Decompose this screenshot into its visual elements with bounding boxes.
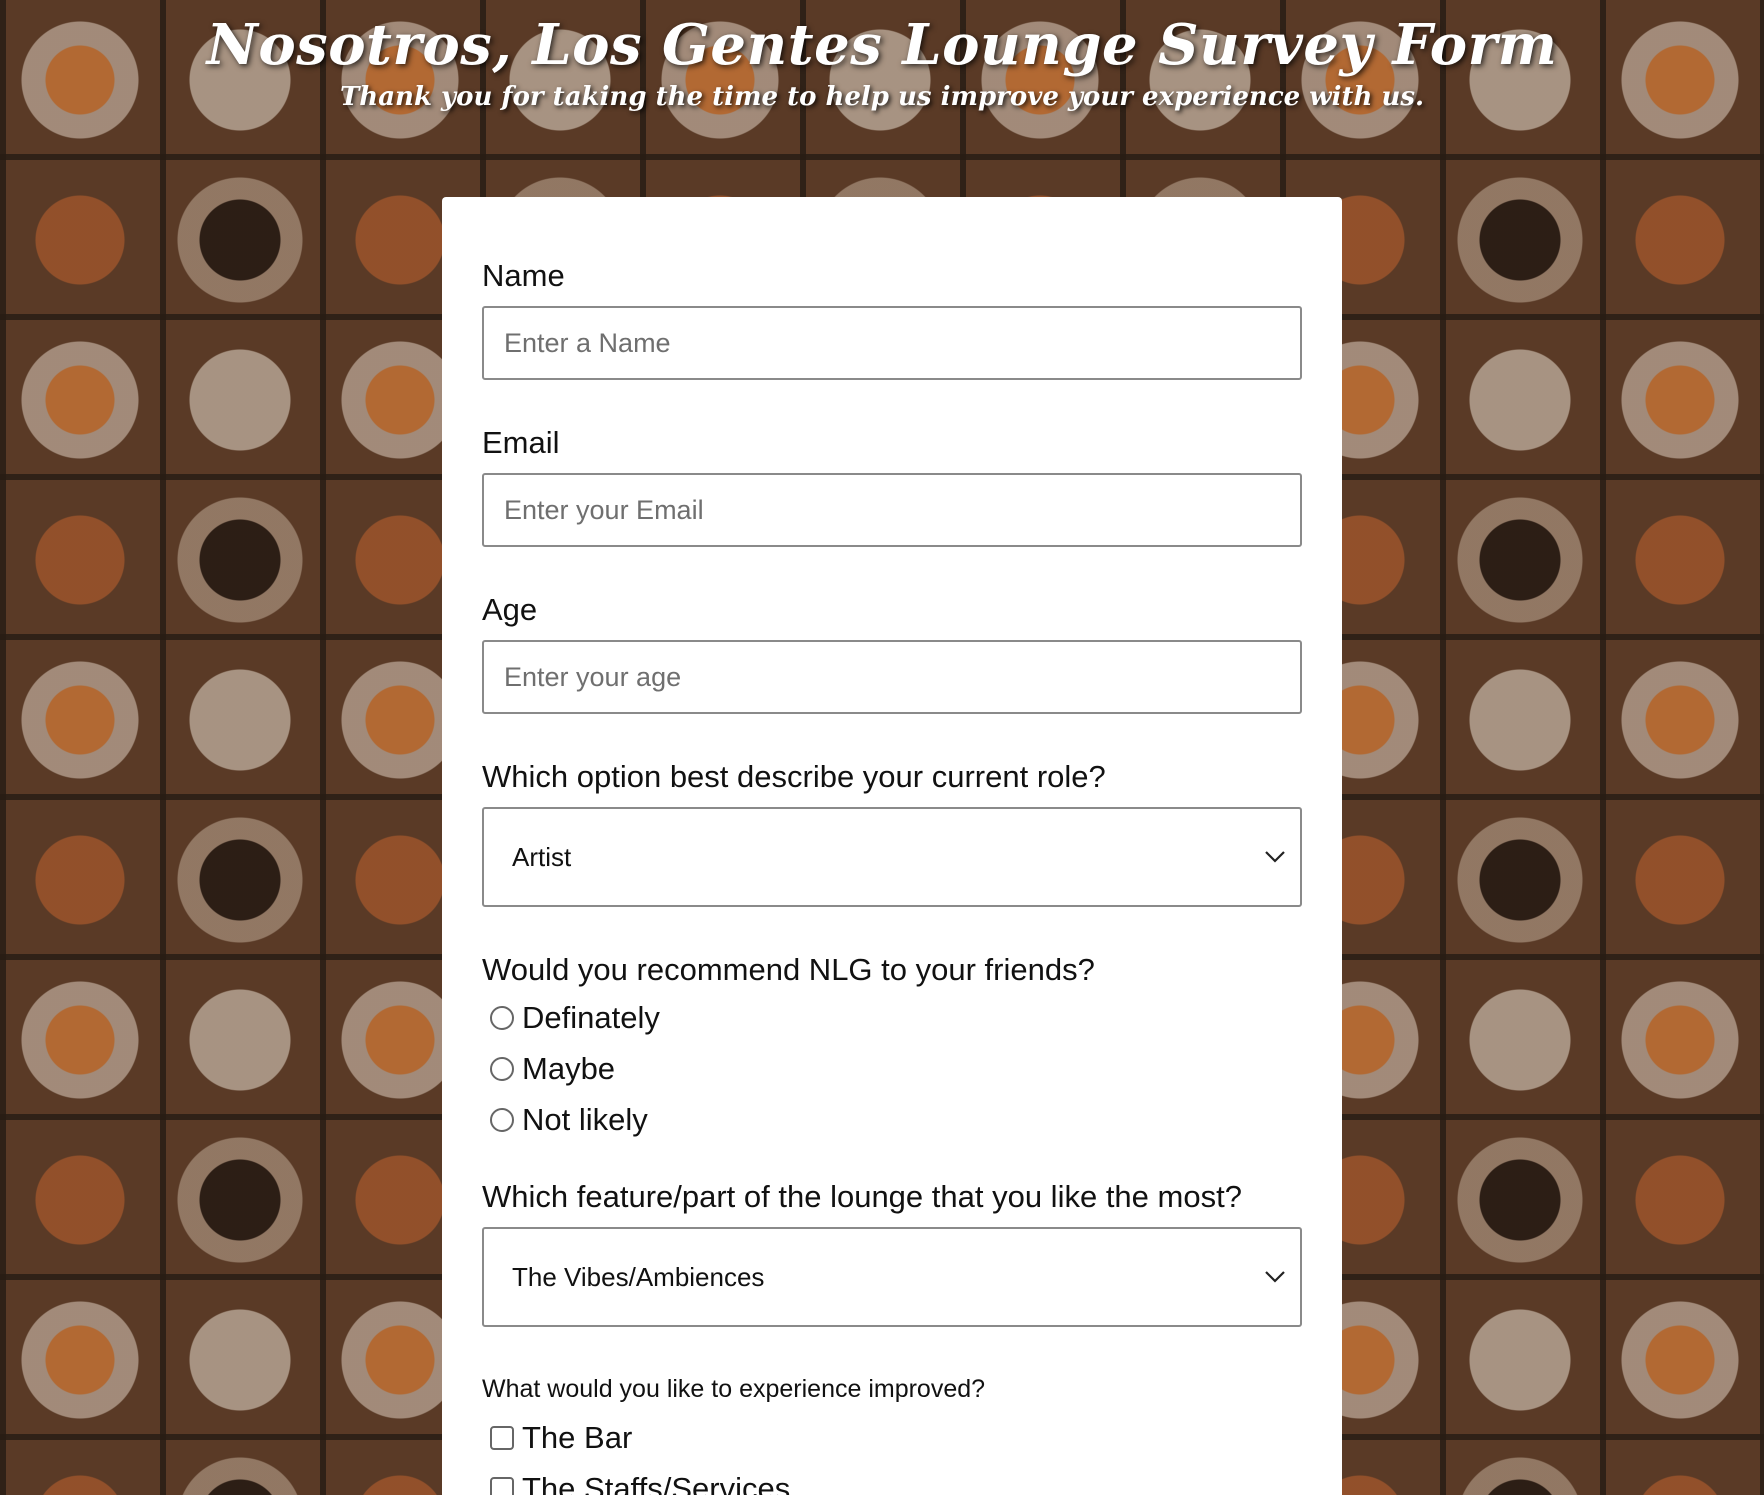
radio-label: Definately	[522, 999, 660, 1035]
chevron-down-icon	[1265, 851, 1285, 863]
feature-label: Which feature/part of the lounge that yo…	[482, 1179, 1242, 1214]
recommend-options: Definately Maybe Not likely	[482, 992, 1302, 1145]
age-label: Age	[482, 592, 538, 627]
improve-label: What would you like to experience improv…	[482, 1375, 986, 1403]
email-label: Email	[482, 425, 560, 460]
checkbox-option-staffs-services[interactable]: The Staffs/Services	[490, 1463, 1302, 1495]
improve-options: The Bar The Staffs/Services	[482, 1412, 1302, 1495]
feature-select-value: The Vibes/Ambiences	[512, 1261, 765, 1292]
recommend-label: Would you recommend NLG to your friends?	[482, 952, 1095, 987]
checkbox-option-the-bar[interactable]: The Bar	[490, 1412, 1302, 1463]
checkbox[interactable]	[490, 1476, 514, 1495]
radio-button[interactable]	[490, 1005, 514, 1030]
chevron-down-icon	[1265, 1271, 1285, 1283]
checkbox[interactable]	[490, 1425, 514, 1450]
page-title: Nosotros, Los Gentes Lounge Survey Form	[206, 12, 1558, 78]
role-label: Which option best describe your current …	[482, 759, 1106, 794]
checkbox-label: The Bar	[522, 1419, 633, 1455]
page-subtitle: Thank you for taking the time to help us…	[339, 82, 1425, 112]
radio-option-definately[interactable]: Definately	[490, 992, 1302, 1043]
survey-form: Name Email Age Which option best describ…	[442, 197, 1342, 1495]
radio-button[interactable]	[490, 1107, 514, 1132]
radio-option-not-likely[interactable]: Not likely	[490, 1094, 1302, 1145]
radio-label: Maybe	[522, 1050, 616, 1086]
role-select-value: Artist	[512, 841, 572, 872]
radio-label: Not likely	[522, 1101, 648, 1137]
page-header: Nosotros, Los Gentes Lounge Survey Form …	[0, 0, 1764, 112]
name-input[interactable]	[482, 306, 1302, 380]
feature-select[interactable]: The Vibes/Ambiences	[482, 1227, 1302, 1327]
radio-option-maybe[interactable]: Maybe	[490, 1043, 1302, 1094]
name-label: Name	[482, 258, 565, 293]
role-select[interactable]: Artist	[482, 807, 1302, 907]
email-input[interactable]	[482, 473, 1302, 547]
checkbox-label: The Staffs/Services	[522, 1470, 791, 1495]
radio-button[interactable]	[490, 1056, 514, 1081]
age-input[interactable]	[482, 640, 1302, 714]
